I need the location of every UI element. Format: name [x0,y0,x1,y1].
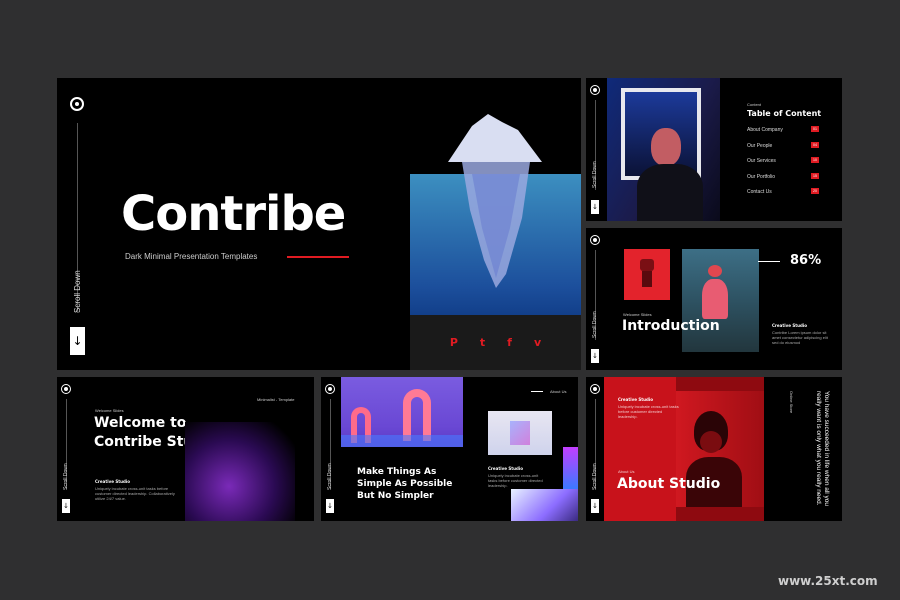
scroll-down-label: Scroll Down [592,161,598,188]
scroll-down-button[interactable]: ↓ [591,349,599,363]
toc-kicker: Content [747,102,762,107]
logo-icon [590,85,600,95]
logo-icon [61,384,71,394]
intro-kicker: Welcome Slides [623,312,652,317]
toc-badge: 04 [811,142,819,148]
toc-title: Table of Content [747,109,822,118]
make-top-right: About Us [550,389,567,394]
cube-image [488,411,552,455]
scroll-down-label: Scroll Down [73,270,82,313]
toc-item[interactable]: Our People [747,143,772,149]
purple-image [185,422,295,521]
watermark: www.25xt.com [778,574,878,588]
scroll-down-label: Scroll Down [592,463,598,490]
twitter-icon[interactable]: t [480,336,485,349]
scroll-down-label: Scroll Down [327,463,333,490]
scroll-down-button[interactable]: ↓ [591,499,599,513]
logo-icon [590,384,600,394]
hero-subtitle: Dark Minimal Presentation Templates [125,252,258,261]
make-studio: Creative Studio [488,466,523,471]
red-panel-dark [676,377,764,391]
toc-slide: Scroll Down ↓ Content Table of Content [586,78,842,221]
logo-icon [325,384,335,394]
toc-item[interactable]: About Company [747,127,783,133]
make-headline-3: But No Simpler [357,491,434,501]
intro-percent: 86% [790,253,822,268]
welcome-slide: Scroll Down ↓ Minimalist - Template Welc… [57,377,314,521]
toc-item[interactable]: Our Services [747,158,776,164]
welcome-studio: Creative Studio [95,479,130,484]
about-side-label: Online Store [789,391,794,414]
neon-strip [563,447,578,489]
welcome-kicker: Welcome Slides [95,408,124,413]
welcome-title: Welcome to [94,415,187,431]
hero-slide: Scroll Down ↓ Contribe Dark Minimal Pres… [57,78,581,370]
toc-badge: 15 [811,173,819,179]
iceberg-image [410,78,581,315]
welcome-body: Uniquely incubate cross-unit tasks befor… [95,486,175,501]
about-body: Uniquely incubate cross-unit tasks befor… [618,404,679,419]
toc-item[interactable]: Contact Us [747,189,772,195]
road-image [682,249,759,352]
toc-badge: 10 [811,157,819,163]
scroll-down-button[interactable]: ↓ [326,499,334,513]
intro-slide: Scroll Down ↓ 86% Welcome Slides Introdu… [586,228,842,370]
about-studio: Creative Studio [618,397,653,402]
logo-icon [590,235,600,245]
make-top-rule [531,391,543,392]
hero-title: Contribe [121,186,346,242]
make-body: Uniquely incubate cross-unit tasks befor… [488,473,543,488]
about-kicker: About Us [618,469,635,474]
robot-image [624,249,670,300]
red-rule [287,256,349,258]
scroll-down-button[interactable]: ↓ [62,499,70,513]
neon-image [511,489,578,521]
intro-body: Contribe Lorem ipsum dolor sit amet cons… [772,330,828,345]
percent-rule [758,261,780,262]
facebook-icon[interactable]: f [507,336,512,349]
scroll-down-label: Scroll Down [592,311,598,338]
make-headline-2: Simple As Possible [357,479,453,489]
pinterest-icon[interactable]: P [450,336,458,349]
toc-badge: 20 [811,188,819,194]
intro-title: Introduction [622,318,720,334]
make-headline-1: Make Things As [357,467,437,477]
about-slide: Scroll Down ↓ Creative Studio Uniquely i… [586,377,842,521]
arch-image [341,377,463,447]
about-title: About Studio [617,476,721,492]
toc-item[interactable]: Our Portfolio [747,174,775,180]
scroll-down-button[interactable]: ↓ [591,200,599,214]
intro-studio: Creative Studio [772,323,807,328]
toc-badge: 01 [811,126,819,132]
scroll-down-button[interactable]: ↓ [70,327,85,355]
about-quote: You have succeeded in life when all you … [815,391,830,507]
scroll-down-label: Scroll Down [63,463,69,490]
vimeo-icon[interactable]: v [534,336,541,349]
welcome-top-right: Minimalist - Template [257,397,295,402]
make-slide: Scroll Down ↓ About Us Make Things As Si… [321,377,578,521]
red-panel-bottom [676,507,764,521]
social-bar: P t f v [410,315,581,370]
logo-icon [70,97,84,111]
portrait-image [607,78,720,221]
